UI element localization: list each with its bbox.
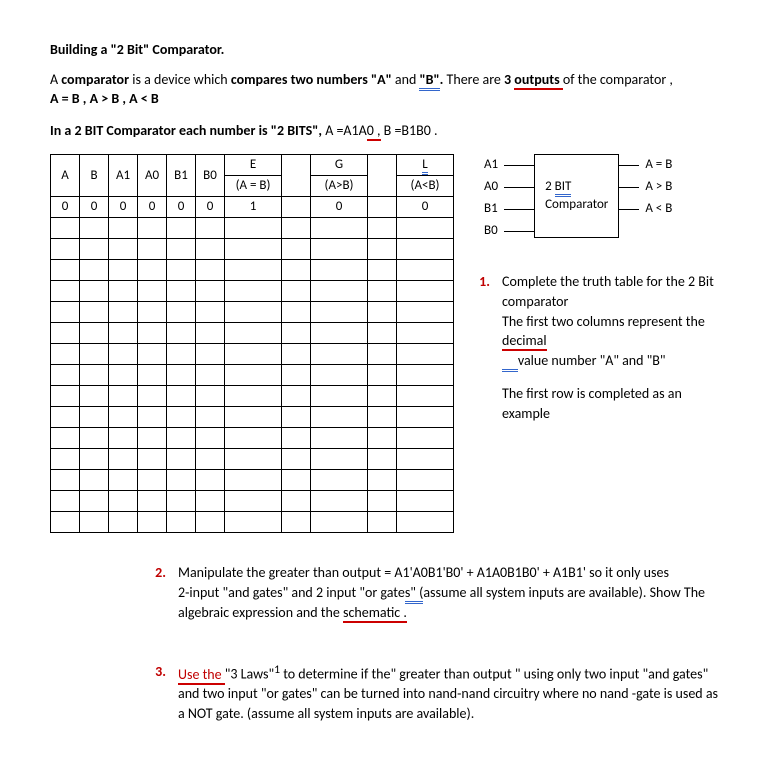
col-b: B — [80, 155, 109, 197]
col-a1: A1 — [109, 155, 138, 197]
col-b0: B0 — [196, 155, 225, 197]
text: In a 2 BIT Comparator each number is "2 … — [50, 122, 325, 139]
comparator-box: 2 BIT Comparator — [534, 154, 619, 238]
text: is a device which — [129, 71, 231, 88]
table-row — [51, 218, 454, 239]
wire-icon — [504, 187, 534, 188]
table-row — [51, 428, 454, 449]
output-label: A < B — [645, 200, 672, 218]
output-label: A = B — [645, 156, 672, 174]
wire-icon — [619, 165, 639, 166]
wire-icon — [504, 165, 534, 166]
text: 0 , — [367, 122, 381, 141]
text: comparator — [61, 71, 129, 88]
text: schematic . — [343, 604, 407, 623]
table-row — [51, 323, 454, 344]
col-a: A — [51, 155, 80, 197]
text: The first two columns represent the — [502, 313, 705, 330]
col-g: G — [311, 155, 368, 176]
text: BIT — [555, 179, 572, 197]
question-number: 1. — [474, 272, 490, 423]
question-number: 3. — [150, 662, 166, 723]
table-row — [51, 239, 454, 260]
wire-icon — [619, 187, 639, 188]
input-label: A0 — [484, 178, 498, 196]
table-row — [51, 260, 454, 281]
table-row — [51, 302, 454, 323]
text: "3 Laws" — [225, 666, 274, 683]
intro-paragraph-1: A comparator is a device which compares … — [50, 70, 724, 109]
text: "B" — [419, 71, 439, 91]
col-g-sub: (A>B) — [311, 176, 368, 197]
table-row — [51, 365, 454, 386]
page-title: Building a "2 Bit" Comparator. — [50, 40, 724, 60]
text — [502, 352, 518, 372]
truth-table: A B A1 A0 B1 B0 E G L (A = B) (A>B) (A<B… — [50, 154, 454, 533]
output-label: A > B — [645, 178, 672, 196]
wire-icon — [619, 209, 639, 210]
input-label: A1 — [484, 156, 498, 174]
text: There are — [443, 71, 504, 88]
text: s" ( — [405, 584, 424, 604]
col-l: L — [397, 155, 454, 176]
table-row — [51, 407, 454, 428]
text: Use the — [178, 666, 225, 685]
text: The first row is completed as an example — [502, 384, 724, 423]
text: Complete the truth table for the 2 Bit c… — [502, 272, 724, 311]
question-1: 1. Complete the truth table for the 2 Bi… — [474, 272, 724, 423]
table-row — [51, 449, 454, 470]
text: and — [392, 71, 420, 88]
table-row — [51, 344, 454, 365]
text: A — [50, 71, 61, 88]
col-a0: A0 — [138, 155, 167, 197]
table-row — [51, 470, 454, 491]
text: Manipulate the greater than output = A1'… — [178, 563, 724, 583]
question-2: 2. Manipulate the greater than output = … — [150, 563, 724, 622]
text: of the comparator , — [563, 71, 673, 88]
table-row — [51, 281, 454, 302]
text: 2-input "and gates" and 2 input "or gate — [178, 584, 405, 601]
text: outputs — [514, 71, 563, 90]
text: A =A1A — [325, 122, 367, 139]
col-gap — [282, 155, 311, 197]
wire-icon — [504, 209, 534, 210]
table-row — [51, 491, 454, 512]
intro-paragraph-2: In a 2 BIT Comparator each number is "2 … — [50, 121, 724, 141]
col-gap — [368, 155, 397, 197]
table-row: 0 0 0 0 0 0 1 0 0 — [51, 197, 454, 218]
text: Comparator — [545, 196, 608, 214]
table-header-row-1: A B A1 A0 B1 B0 E G L — [51, 155, 454, 176]
text: A = B , A > B , A < B — [50, 90, 159, 107]
comparator-diagram: A1 A0 B1 B0 2 BIT Comparator A = B A > B… — [484, 154, 724, 242]
col-b1: B1 — [167, 155, 196, 197]
wire-icon — [504, 231, 534, 232]
input-label: B1 — [484, 200, 498, 218]
question-3: 3. Use the "3 Laws"1 to determine if the… — [150, 662, 724, 723]
text: decimal — [502, 332, 547, 351]
text: 2 — [545, 179, 555, 194]
text: algebraic expression and the — [178, 604, 343, 621]
col-e: E — [225, 155, 282, 176]
col-l-sub: (A<B) — [397, 176, 454, 197]
text: value number "A" and "B" — [518, 352, 666, 369]
text: compares two numbers "A" — [231, 71, 392, 88]
table-row — [51, 512, 454, 533]
input-label: B0 — [484, 222, 498, 240]
question-number: 2. — [150, 563, 166, 622]
text: B =B1B0 . — [381, 122, 438, 139]
text: 3 — [504, 71, 514, 88]
table-row — [51, 386, 454, 407]
text: assume all system inputs are available).… — [423, 584, 705, 601]
col-e-sub: (A = B) — [225, 176, 282, 197]
